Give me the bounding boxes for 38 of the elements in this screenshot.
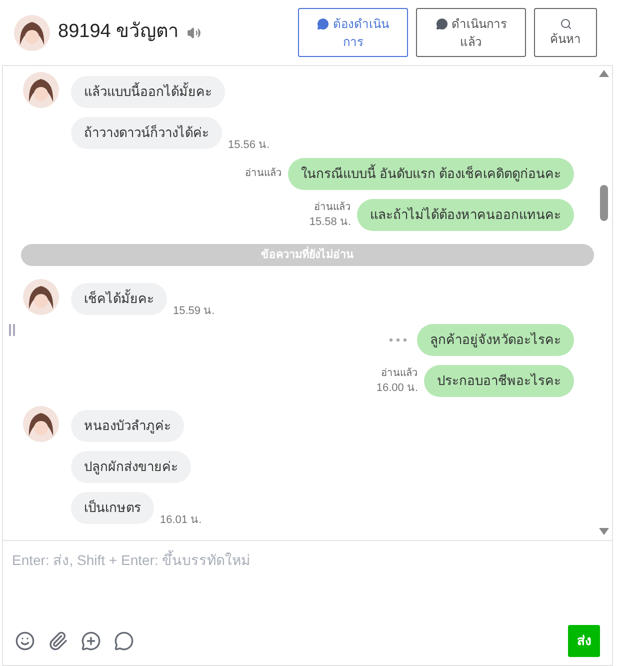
message-time: 15.56 น. [228,138,270,152]
search-icon [560,18,572,30]
message-time: 16.00 น. [376,381,418,395]
header-button[interactable]: ค้นหา [534,8,597,57]
avatar-icon [23,406,59,442]
outgoing-message: ในกรณีแบบนี้ อันดับแรก ต้องเช็คเคดิตดูก่อนคะ [288,158,574,190]
avatar-icon [23,279,59,315]
outgoing-message: และถ้าไม่ได้ต้องหาคนออกแทนคะ [357,199,574,231]
read-receipt: อ่านแล้ว [381,367,418,381]
scroll-up-icon[interactable] [599,70,609,77]
chat-plus-icon[interactable] [81,631,101,651]
emoji-icon[interactable] [15,631,35,651]
outgoing-message: ประกอบอาชีพอะไรคะ [424,365,574,397]
avatar-icon [14,14,50,50]
paperclip-icon[interactable] [48,631,68,651]
outgoing-message: ลูกค้าอยู่จังหวัดอะไรคะ [417,324,574,356]
incoming-message: เป็นเกษตร [71,492,154,524]
incoming-message: เช็คได้มั้ยคะ [71,283,167,315]
incoming-message: ถ้าวางดาวน์ก็วางได้ค่ะ [71,117,222,149]
speaker-icon[interactable] [187,26,202,40]
message-time: 15.58 น. [309,215,351,229]
resize-handle-icon[interactable] [9,324,15,336]
contact-name: 89194 ขวัญตา [58,20,180,44]
read-receipt: อ่านแล้ว [314,201,351,215]
scrollbar-thumb[interactable] [600,185,608,221]
incoming-message: แล้วแบบนี้ออกได้มั้ยคะ [71,76,225,108]
header-button[interactable]: ต้องดำเนินการ [298,8,408,57]
message-input[interactable]: Enter: ส่ง, Shift + Enter: ขึ้นบรรทัดใหม่ [2,540,613,625]
chat-bubble-icon [317,18,329,30]
header-button[interactable]: ดำเนินการแล้ว [416,8,526,57]
chat-bubble-icon[interactable] [114,631,134,651]
scroll-down-icon[interactable] [599,528,609,535]
avatar-icon [23,72,59,108]
incoming-message: ปลูกผักส่งขายค่ะ [71,451,191,483]
incoming-message: หนองบัวลำภูค่ะ [71,410,184,442]
message-time: 15.59 น. [173,304,215,318]
message-time: 16.01 น. [160,512,202,528]
read-receipt: อ่านแล้ว [244,167,282,181]
